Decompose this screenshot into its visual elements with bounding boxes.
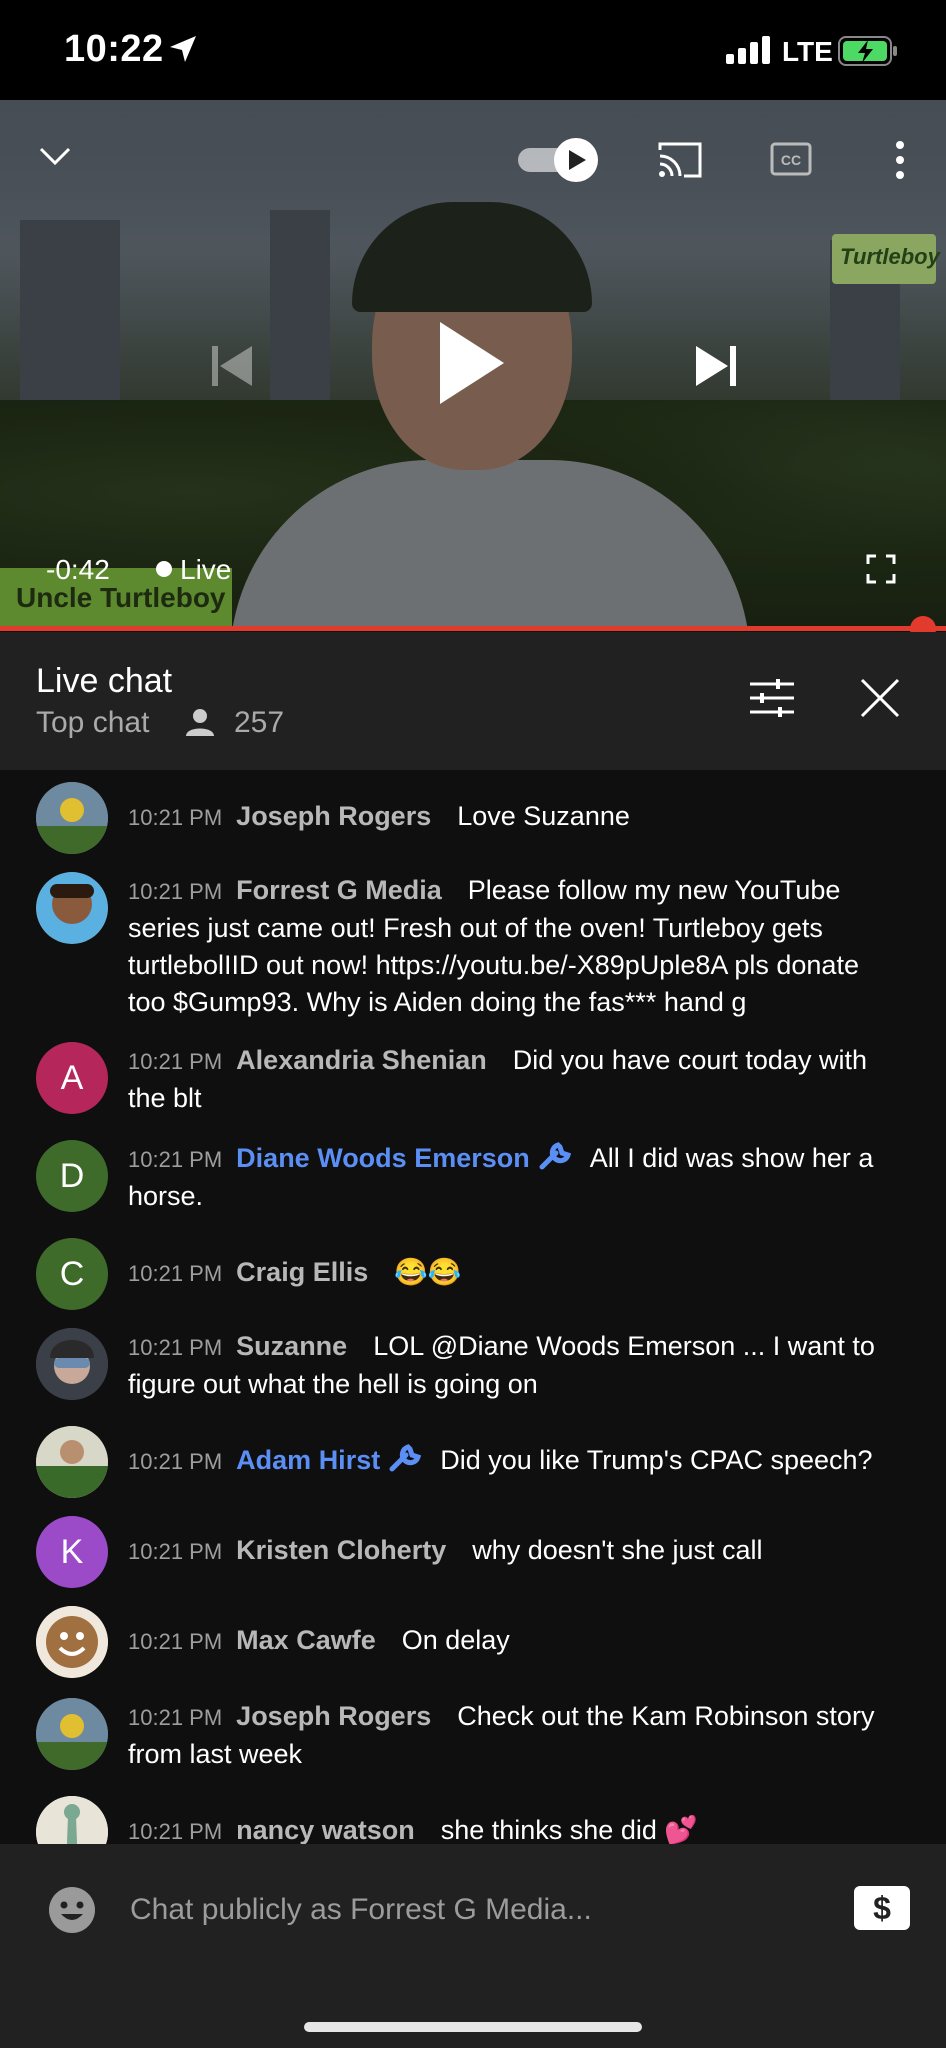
message-author[interactable]: Diane Woods Emerson [236,1142,571,1173]
wrench-icon [389,1444,422,1472]
author-name: Diane Woods Emerson [236,1143,530,1173]
chat-mode-selector[interactable]: Top chat [36,706,149,740]
more-vert-icon[interactable] [892,140,908,180]
chevron-down-icon[interactable] [38,144,72,168]
message-author[interactable]: Forrest G Media [236,875,442,905]
autoplay-toggle-icon[interactable] [516,136,600,184]
avatar[interactable]: C [36,1238,108,1310]
avatar[interactable]: A [36,1042,108,1114]
super-chat-button[interactable]: $ [854,1886,910,1930]
video-player[interactable]: Uncle Turtleboy Turtleboy CC -0:42 Live [0,100,946,630]
dollar-icon: $ [873,1890,891,1926]
chat-title: Live chat [36,662,173,700]
progress-bar[interactable] [0,626,946,631]
home-indicator[interactable] [304,2022,642,2032]
previous-icon [212,346,252,386]
status-time: 10:22 [64,28,164,70]
message-text: why doesn't she just call [472,1535,763,1565]
message-text: Love Suzanne [457,801,630,831]
avatar[interactable] [36,782,108,854]
message-author[interactable]: Joseph Rogers [236,1701,431,1731]
avatar[interactable] [36,1698,108,1770]
message-time: 10:21 PM [128,879,223,904]
message-time: 10:21 PM [128,1049,223,1074]
live-label: Live [180,554,232,585]
message-author[interactable]: Kristen Cloherty [236,1535,446,1565]
message-author[interactable]: Craig Ellis [236,1257,368,1287]
remaining-time: -0:42 [46,554,110,585]
play-icon[interactable] [436,318,508,408]
person-icon [186,709,214,736]
message-author[interactable]: nancy watson [236,1815,415,1844]
fullscreen-icon[interactable] [866,554,896,584]
captions-icon[interactable]: CC [770,142,812,176]
message-text: On delay [401,1625,510,1655]
svg-text:CC: CC [781,152,801,168]
message-text: 😂😂 [394,1257,462,1287]
message-time: 10:21 PM [128,1147,223,1172]
battery-charging-icon [838,36,897,66]
emoji-icon[interactable] [48,1886,96,1934]
message-time: 10:21 PM [128,1449,223,1474]
chat-input-bar: $ [0,1844,946,2048]
message-time: 10:21 PM [128,1539,223,1564]
message-time: 10:21 PM [128,805,223,830]
message-author[interactable]: Alexandria Shenian [236,1045,487,1075]
wrench-icon [539,1142,571,1170]
filter-settings-icon[interactable] [748,676,796,720]
chat-header: Live chat Top chat 257 [0,632,946,770]
message-author[interactable]: Adam Hirst [236,1444,422,1475]
message-time: 10:21 PM [128,1261,223,1286]
close-icon[interactable] [858,676,902,720]
message-time: 10:21 PM [128,1629,223,1654]
channel-overlay-text: Uncle Turtleboy [16,582,226,613]
viewer-count: 257 [234,706,285,739]
signal-bars-icon [726,36,770,64]
chat-input[interactable] [128,1882,832,1938]
chat-message-list[interactable]: 10:21 PM Joseph Rogers Love Suzanne 10:21 … [0,770,946,1844]
status-bar: 10:22 LTE [0,0,946,100]
location-arrow-icon [170,36,196,62]
cast-icon[interactable] [656,140,704,180]
avatar[interactable]: D [36,1140,108,1212]
message-text: Did you like Trump's CPAC speech? [440,1445,873,1475]
avatar[interactable] [36,1796,108,1844]
message-text: she thinks she did 💕 [440,1815,698,1844]
author-name: Adam Hirst [236,1445,381,1475]
channel-logo: Turtleboy [832,234,940,284]
message-author[interactable]: Joseph Rogers [236,801,431,831]
message-time: 10:21 PM [128,1705,223,1730]
message-time: 10:21 PM [128,1335,223,1360]
network-label: LTE [782,36,833,67]
avatar[interactable] [36,1606,108,1678]
avatar[interactable] [36,872,108,944]
channel-logo-text: Turtleboy [840,244,940,269]
message-author[interactable]: Suzanne [236,1331,347,1361]
avatar[interactable] [36,1426,108,1498]
avatar[interactable]: K [36,1516,108,1588]
live-dot-icon [156,561,172,577]
message-author[interactable]: Max Cawfe [236,1625,376,1655]
next-icon[interactable] [694,344,738,388]
message-time: 10:21 PM [128,1819,223,1844]
avatar[interactable] [36,1328,108,1400]
live-indicator[interactable]: Live [156,554,231,586]
